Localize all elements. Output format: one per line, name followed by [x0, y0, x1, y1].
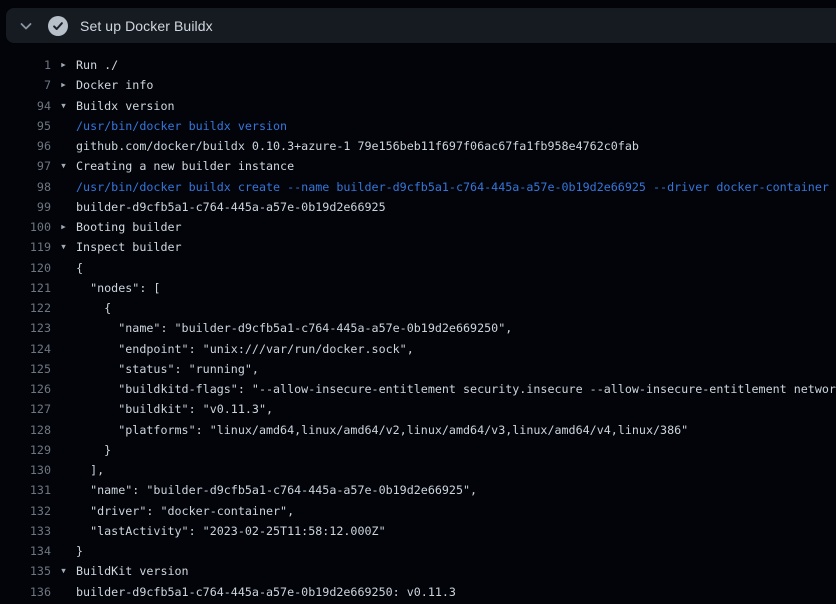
actions-log-viewer: Set up Docker Buildx 1▶Run ./7▶Docker in… [0, 0, 836, 604]
line-number[interactable]: 95 [0, 116, 51, 136]
line-number[interactable]: 100 [0, 217, 51, 237]
log-text: "driver": "docker-container", [76, 501, 294, 521]
log-group-title[interactable]: Inspect builder [76, 237, 182, 257]
log-text: "name": "builder-d9cfb5a1-c764-445a-a57e… [76, 318, 512, 338]
log-group-title[interactable]: BuildKit version [76, 561, 189, 581]
line-number[interactable]: 94 [0, 96, 51, 116]
step-header[interactable]: Set up Docker Buildx [6, 8, 836, 43]
log-text: /usr/bin/docker buildx create --name bui… [76, 177, 829, 197]
log-line: 132 "driver": "docker-container", [0, 501, 836, 521]
log-line: 135▼BuildKit version [0, 561, 836, 581]
line-number[interactable]: 128 [0, 420, 51, 440]
log-line: 130 ], [0, 460, 836, 480]
chevron-down-icon[interactable] [18, 18, 34, 34]
line-number[interactable]: 98 [0, 177, 51, 197]
line-number[interactable]: 123 [0, 318, 51, 338]
log-text: /usr/bin/docker buildx version [76, 116, 287, 136]
log-text: "endpoint": "unix:///var/run/docker.sock… [76, 339, 414, 359]
log-line: 129 } [0, 440, 836, 460]
log-line: 98/usr/bin/docker buildx create --name b… [0, 177, 836, 197]
log-line: 97▼Creating a new builder instance [0, 156, 836, 176]
log-line: 94▼Buildx version [0, 96, 836, 116]
line-number[interactable]: 130 [0, 460, 51, 480]
log-text: "status": "running", [76, 359, 259, 379]
log-line: 136 builder-d9cfb5a1-c764-445a-a57e-0b19d… [0, 582, 836, 602]
chevron-expanded-icon[interactable]: ▼ [51, 96, 76, 116]
line-number[interactable]: 135 [0, 561, 51, 581]
log-group-title[interactable]: Run ./ [76, 55, 118, 75]
log-line: 119▼Inspect builder [0, 237, 836, 257]
line-number[interactable]: 136 [0, 582, 51, 602]
log-line: 131 "name": "builder-d9cfb5a1-c764-445a-… [0, 480, 836, 500]
log-text: } [76, 541, 83, 561]
log-text: "buildkitd-flags": "--allow-insecure-ent… [76, 379, 836, 399]
log-line: 123 "name": "builder-d9cfb5a1-c764-445a-… [0, 318, 836, 338]
log-group-title[interactable]: Creating a new builder instance [76, 156, 294, 176]
log-lines: 1▶Run ./7▶Docker info94▼Buildx version95… [0, 43, 836, 604]
line-number[interactable]: 7 [0, 75, 51, 95]
log-group-title[interactable]: Booting builder [76, 217, 182, 237]
line-number[interactable]: 125 [0, 359, 51, 379]
step-title: Set up Docker Buildx [80, 18, 213, 34]
chevron-collapsed-icon[interactable]: ▶ [51, 55, 76, 75]
log-text: "name": "builder-d9cfb5a1-c764-445a-a57e… [76, 480, 477, 500]
log-text: "buildkit": "v0.11.3", [76, 399, 273, 419]
chevron-expanded-icon[interactable]: ▼ [51, 156, 76, 176]
log-line: 100▶Booting builder [0, 217, 836, 237]
log-line: 99 builder-d9cfb5a1-c764-445a-a57e-0b19d2… [0, 197, 836, 217]
line-number[interactable]: 1 [0, 55, 51, 75]
log-group-title[interactable]: Docker info [76, 75, 153, 95]
log-line: 133 "lastActivity": "2023-02-25T11:58:12… [0, 521, 836, 541]
log-line: 127 "buildkit": "v0.11.3", [0, 399, 836, 419]
log-line: 134} [0, 541, 836, 561]
log-group-title[interactable]: Buildx version [76, 96, 175, 116]
line-number[interactable]: 120 [0, 258, 51, 278]
line-number[interactable]: 126 [0, 379, 51, 399]
line-number[interactable]: 129 [0, 440, 51, 460]
chevron-collapsed-icon[interactable]: ▶ [51, 75, 76, 95]
log-line: 124 "endpoint": "unix:///var/run/docker.… [0, 339, 836, 359]
log-text: ], [76, 460, 104, 480]
line-number[interactable]: 134 [0, 541, 51, 561]
step-status-check-icon [48, 16, 68, 36]
line-number[interactable]: 121 [0, 278, 51, 298]
log-line: 120 { [0, 258, 836, 278]
log-line: 126 "buildkitd-flags": "--allow-insecure… [0, 379, 836, 399]
line-number[interactable]: 96 [0, 136, 51, 156]
line-number[interactable]: 127 [0, 399, 51, 419]
log-line: 95/usr/bin/docker buildx version [0, 116, 836, 136]
log-text: { [76, 258, 83, 278]
log-text: builder-d9cfb5a1-c764-445a-a57e-0b19d2e6… [76, 582, 456, 602]
log-text: "platforms": "linux/amd64,linux/amd64/v2… [76, 420, 688, 440]
log-text: builder-d9cfb5a1-c764-445a-a57e-0b19d2e6… [76, 197, 386, 217]
line-number[interactable]: 122 [0, 298, 51, 318]
log-text: } [76, 440, 111, 460]
line-number[interactable]: 131 [0, 480, 51, 500]
line-number[interactable]: 132 [0, 501, 51, 521]
log-line: 122 { [0, 298, 836, 318]
log-text: { [76, 298, 111, 318]
log-line: 7▶Docker info [0, 75, 836, 95]
log-text: github.com/docker/buildx 0.10.3+azure-1 … [76, 136, 639, 156]
line-number[interactable]: 119 [0, 237, 51, 257]
log-text: "nodes": [ [76, 278, 160, 298]
chevron-expanded-icon[interactable]: ▼ [51, 237, 76, 257]
log-line: 128 "platforms": "linux/amd64,linux/amd6… [0, 420, 836, 440]
log-text: "lastActivity": "2023-02-25T11:58:12.000… [76, 521, 386, 541]
line-number[interactable]: 133 [0, 521, 51, 541]
line-number[interactable]: 97 [0, 156, 51, 176]
log-line: 125 "status": "running", [0, 359, 836, 379]
line-number[interactable]: 124 [0, 339, 51, 359]
log-line: 1▶Run ./ [0, 55, 836, 75]
line-number[interactable]: 99 [0, 197, 51, 217]
chevron-collapsed-icon[interactable]: ▶ [51, 217, 76, 237]
log-line: 121 "nodes": [ [0, 278, 836, 298]
chevron-expanded-icon[interactable]: ▼ [51, 561, 76, 581]
log-line: 96 github.com/docker/buildx 0.10.3+azure-… [0, 136, 836, 156]
